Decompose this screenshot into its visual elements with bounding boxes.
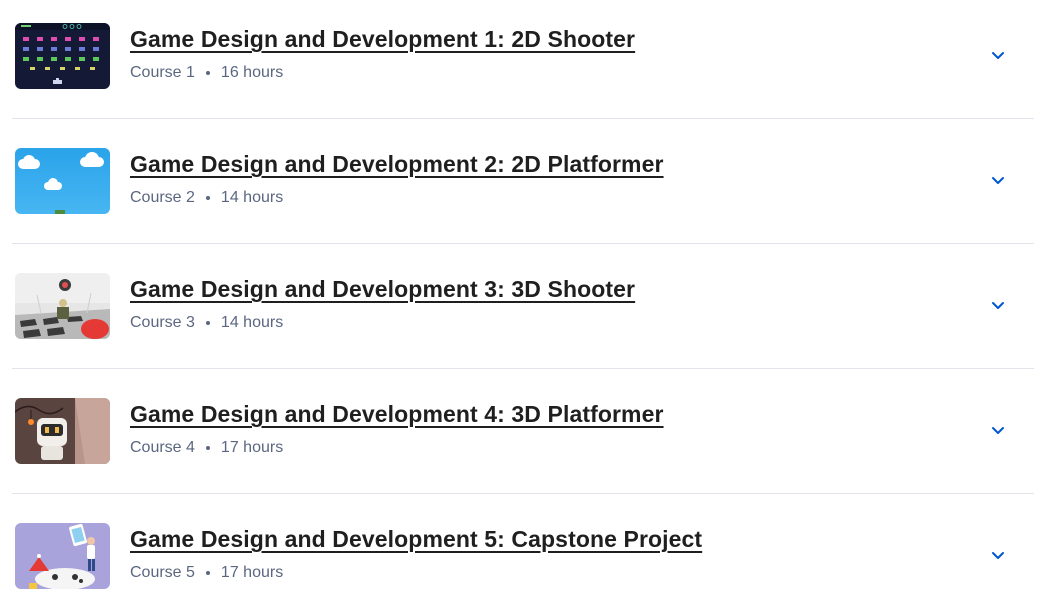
course-item-2: Game Design and Development 2: 2D Platfo… (12, 125, 1034, 250)
sky-clouds-thumbnail (15, 148, 110, 214)
separator-dot (205, 446, 210, 450)
divider (12, 493, 1034, 494)
course-5-title[interactable]: Game Design and Development 5: Capstone … (130, 526, 702, 553)
separator-dot (205, 321, 210, 325)
course-2-meta: Course 2 14 hours (130, 189, 283, 207)
separator-dot (205, 571, 210, 575)
course-1-duration: 16 hours (220, 64, 284, 81)
course-2-label: Course 2 (130, 189, 195, 206)
course-1-label: Course 1 (130, 64, 195, 81)
course-item-1: Game Design and Development 1: 2D Shoote… (12, 0, 1034, 125)
course-3-meta: Course 3 14 hours (130, 314, 283, 332)
chevron-down-icon (992, 301, 1004, 309)
course-4-expand-button[interactable] (986, 419, 1010, 441)
course-5-duration: 17 hours (220, 564, 284, 581)
course-1-meta: Course 1 16 hours (130, 64, 283, 82)
course-5-label: Course 5 (130, 564, 195, 581)
course-3-duration: 14 hours (220, 314, 284, 331)
course-item-5: Game Design and Development 5: Capstone … (12, 500, 1034, 608)
chevron-down-icon (992, 51, 1004, 59)
course-3-label: Course 3 (130, 314, 195, 331)
course-list: Game Design and Development 1: 2D Shoote… (0, 0, 1042, 608)
course-4-label: Course 4 (130, 439, 195, 456)
course-5-meta: Course 5 17 hours (130, 564, 283, 582)
chevron-down-icon (992, 176, 1004, 184)
chevron-down-icon (992, 426, 1004, 434)
course-4-meta: Course 4 17 hours (130, 439, 283, 457)
chevron-down-icon (992, 551, 1004, 559)
course-4-title[interactable]: Game Design and Development 4: 3D Platfo… (130, 401, 664, 428)
course-3-thumbnail (15, 273, 110, 339)
separator-dot (205, 196, 210, 200)
divider (12, 243, 1034, 244)
course-5-expand-button[interactable] (986, 544, 1010, 566)
course-1-expand-button[interactable] (986, 44, 1010, 66)
course-3-expand-button[interactable] (986, 294, 1010, 316)
course-2-duration: 14 hours (220, 189, 284, 206)
divider (12, 368, 1034, 369)
3d-arena-thumbnail (15, 273, 110, 339)
course-4-duration: 17 hours (220, 439, 284, 456)
course-2-thumbnail (15, 148, 110, 214)
course-1-thumbnail (15, 23, 110, 89)
course-item-4: Game Design and Development 4: 3D Platfo… (12, 375, 1034, 500)
course-4-thumbnail (15, 398, 110, 464)
gamepad-character-thumbnail (15, 523, 110, 589)
course-1-title[interactable]: Game Design and Development 1: 2D Shoote… (130, 26, 635, 53)
separator-dot (205, 71, 210, 75)
course-item-3: Game Design and Development 3: 3D Shoote… (12, 250, 1034, 375)
robot-character-thumbnail (15, 398, 110, 464)
course-3-title[interactable]: Game Design and Development 3: 3D Shoote… (130, 276, 635, 303)
space-invaders-thumbnail (15, 23, 110, 89)
course-5-thumbnail (15, 523, 110, 589)
course-2-expand-button[interactable] (986, 169, 1010, 191)
course-2-title[interactable]: Game Design and Development 2: 2D Platfo… (130, 151, 664, 178)
divider (12, 118, 1034, 119)
